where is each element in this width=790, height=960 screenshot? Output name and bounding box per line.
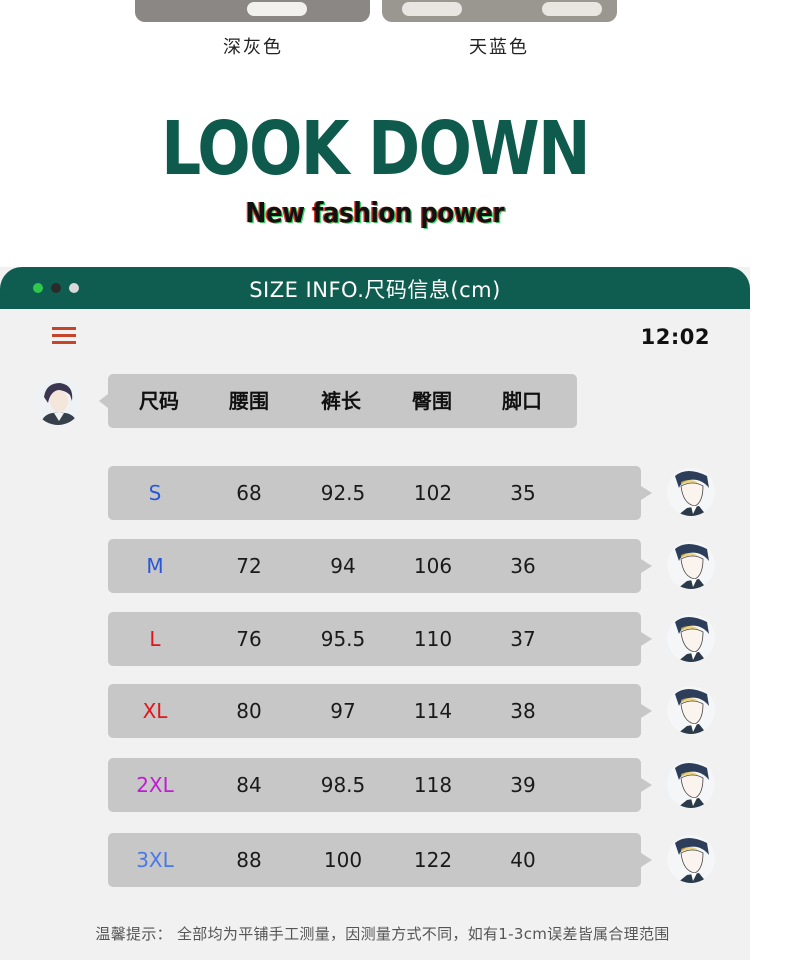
product-image-dark-grey[interactable] [135, 0, 370, 22]
bubble-tail [641, 778, 652, 792]
size-info-panel: SIZE INFO.尺码信息(cm) 12:02 尺码 腰围 裤长 臀围 脚口 … [0, 267, 750, 960]
avatar [34, 377, 82, 425]
cell-length: 97 [330, 699, 356, 723]
header-hip: 臀围 [412, 389, 452, 413]
bubble-tail [641, 853, 652, 867]
color-label-dark-grey: 深灰色 [223, 37, 283, 58]
measurement-note: 温馨提示： 全部均为平铺手工测量，因测量方式不同，如有1-3cm误差皆属合理范围 [95, 925, 670, 943]
avatar [667, 686, 715, 734]
panel-header: SIZE INFO.尺码信息(cm) [0, 267, 750, 309]
bubble-tail [641, 486, 652, 500]
cell-waist: 84 [236, 773, 262, 797]
hamburger-menu-icon[interactable] [52, 327, 76, 345]
header-length: 裤长 [321, 389, 361, 413]
cell-leg: 39 [510, 773, 536, 797]
cell-size: S [148, 481, 162, 505]
cell-waist: 68 [236, 481, 262, 505]
tagline: New fashion power [245, 196, 505, 229]
size-row: XL 80 97 114 38 [108, 684, 652, 738]
shoe-thumbnail [402, 2, 462, 16]
bubble-tail [641, 632, 652, 646]
header-waist: 腰围 [229, 389, 269, 413]
cell-size: M [146, 554, 164, 578]
size-row: M 72 94 106 36 [108, 539, 652, 593]
avatar [667, 835, 715, 883]
bubble-tail [641, 559, 652, 573]
size-header-row: 尺码 腰围 裤长 臀围 脚口 [99, 374, 577, 428]
color-label-sky-blue: 天蓝色 [469, 37, 529, 58]
panel-title: SIZE INFO.尺码信息(cm) [249, 278, 501, 302]
cell-leg: 38 [510, 699, 536, 723]
cell-size: XL [142, 699, 168, 723]
cell-waist: 88 [236, 848, 262, 872]
cell-length: 98.5 [320, 773, 366, 797]
cell-waist: 80 [236, 699, 262, 723]
bubble-tail [641, 704, 652, 718]
avatar [667, 541, 715, 589]
header-leg-opening: 脚口 [502, 389, 542, 413]
size-row: 2XL 84 98.5 118 39 [108, 758, 652, 812]
size-row: L 76 95.5 110 37 [108, 612, 652, 666]
cell-leg: 37 [510, 627, 536, 651]
size-row: 3XL 88 100 122 40 [108, 833, 652, 887]
shoe-thumbnail [542, 2, 602, 16]
cell-hip: 102 [413, 481, 453, 505]
cell-leg: 36 [510, 554, 536, 578]
cell-hip: 110 [413, 627, 453, 651]
header-size: 尺码 [139, 389, 179, 413]
product-image-sky-blue[interactable] [382, 0, 617, 22]
cell-hip: 122 [413, 848, 453, 872]
status-time: 12:02 [640, 325, 710, 349]
cell-hip: 118 [413, 773, 453, 797]
cell-length: 95.5 [320, 627, 366, 651]
avatar [667, 614, 715, 662]
cell-length: 92.5 [320, 481, 366, 505]
cell-length: 100 [323, 848, 363, 872]
cell-size: 3XL [136, 848, 174, 872]
cell-hip: 106 [413, 554, 453, 578]
cell-leg: 40 [510, 848, 536, 872]
cell-length: 94 [330, 554, 356, 578]
cell-size: L [149, 627, 161, 651]
cell-waist: 72 [236, 554, 262, 578]
cell-leg: 35 [510, 481, 536, 505]
avatar [667, 760, 715, 808]
cell-size: 2XL [136, 773, 174, 797]
cell-hip: 114 [413, 699, 453, 723]
shoe-thumbnail [247, 2, 307, 16]
size-row: S 68 92.5 102 35 [108, 466, 652, 520]
avatar [667, 468, 715, 516]
headline: LOOK DOWN [161, 106, 591, 192]
cell-waist: 76 [236, 627, 262, 651]
bubble-tail [99, 394, 108, 408]
